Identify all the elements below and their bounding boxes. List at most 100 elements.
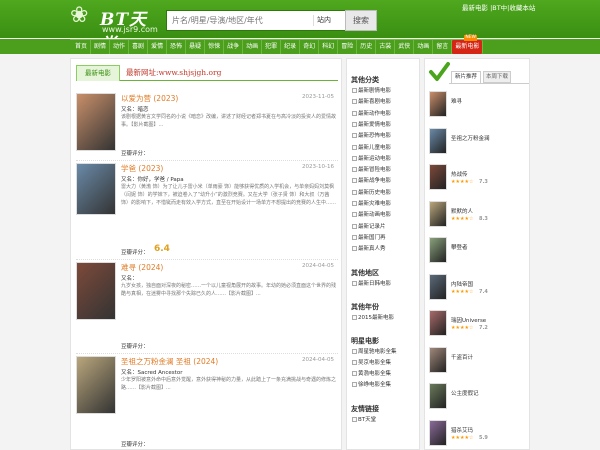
nav-item[interactable]: 动画	[414, 40, 434, 54]
rating-stars: ★★★★☆	[451, 288, 474, 295]
nav-item[interactable]: 动作	[110, 40, 130, 54]
recommend-title[interactable]: 瑞因Universe	[451, 316, 486, 324]
recommend-title[interactable]: 默默的人	[451, 207, 473, 215]
recommend-title[interactable]: 千盗百计	[451, 353, 473, 361]
recommend-title[interactable]: 猎杀艾玛	[451, 426, 473, 434]
recommend-poster[interactable]	[429, 164, 447, 190]
movie-poster[interactable]	[76, 262, 116, 320]
recommend-item[interactable]: 公主度假记	[429, 383, 529, 411]
recommend-title[interactable]: 圣祖之万粉金澜	[451, 134, 490, 142]
recommend-item[interactable]: 攀登者	[429, 237, 529, 265]
category-link[interactable]: 最新记录片	[352, 222, 386, 230]
checkbox-icon	[352, 99, 357, 105]
recommend-title[interactable]: 热战传	[451, 170, 468, 178]
movie-title[interactable]: 难寻 (2024)	[121, 262, 163, 273]
nav-item[interactable]: 剧情	[91, 40, 111, 54]
recommend-poster[interactable]	[429, 200, 447, 227]
recommend-poster[interactable]	[429, 91, 447, 117]
recommend-item[interactable]: 瑞因Universe ★★★★☆ 7.2	[429, 310, 529, 338]
movie-poster[interactable]	[76, 163, 116, 215]
movie-date: 2023-11-05	[302, 94, 334, 100]
recommend-poster[interactable]	[429, 346, 447, 373]
recommend-item[interactable]: 千盗百计	[429, 346, 529, 375]
recommend-poster[interactable]	[429, 273, 447, 300]
category-link[interactable]: 最新战争电影	[352, 176, 391, 184]
nav-item[interactable]: 战争	[224, 40, 244, 54]
recommend-item[interactable]: 猎杀艾玛 ★★★★☆ 5.9	[429, 419, 529, 448]
recommend-poster[interactable]	[429, 127, 447, 154]
nav-item[interactable]: 冒险	[338, 40, 358, 54]
search-input[interactable]	[167, 11, 313, 30]
star-link-label: 周星驰电影全集	[358, 348, 397, 355]
category-link[interactable]: 最新真人秀	[352, 244, 386, 252]
recommend-poster[interactable]	[429, 237, 447, 263]
recommend-item[interactable]: 热战传 ★★★★☆ 7.3	[429, 164, 529, 192]
nav-item[interactable]: 最新电影 NEW	[452, 35, 484, 54]
new-badge: NEW	[464, 35, 477, 41]
movie-title[interactable]: 圣祖之万粉金澜 圣祖 (2024)	[121, 356, 218, 367]
movie-description: 九岁女孩，独自面对深夜的秘密……一个以儿童视角展开的故事。年幼的她必须直面这个世…	[121, 283, 336, 297]
movie-poster[interactable]	[76, 93, 116, 151]
nav-item[interactable]: 恐怖	[167, 40, 187, 54]
recommend-poster[interactable]	[429, 310, 447, 336]
recommend-item[interactable]: 默默的人 ★★★★☆ 8.3	[429, 200, 529, 229]
recommend-title[interactable]: 难寻	[451, 97, 462, 105]
recommend-item[interactable]: 圣祖之万粉金澜	[429, 127, 529, 156]
nav-item[interactable]: 首页	[72, 40, 92, 54]
nav-item[interactable]: 奇幻	[300, 40, 320, 54]
nav-item[interactable]: 科幻	[319, 40, 339, 54]
nav-item[interactable]: 武侠	[395, 40, 415, 54]
recommend-panel: 新片推荐 本周下载 难寻圣祖之万粉金澜热战传 ★★★★☆ 7.3 默默的人 ★★★★☆ 8…	[424, 58, 530, 450]
search-scope-select[interactable]: 站内	[313, 15, 343, 26]
movie-title[interactable]: 学爸 (2023)	[121, 163, 163, 174]
year-link[interactable]: 2015最新电影	[352, 313, 394, 321]
tab-latest-movies[interactable]: 最新电影	[76, 65, 120, 81]
category-link[interactable]: 最新历史电影	[352, 188, 391, 196]
search-button[interactable]: 搜索	[345, 10, 377, 31]
movie-poster[interactable]	[76, 356, 116, 414]
star-link[interactable]: 黄渤电影全集	[352, 369, 391, 377]
category-link[interactable]: 最新灾难电影	[352, 199, 391, 207]
category-link[interactable]: 最新儿童电影	[352, 143, 391, 151]
site-logo[interactable]: ❀ BT天堂 www.jsr9.com	[70, 4, 158, 56]
nav-item[interactable]: 惊悚	[205, 40, 225, 54]
category-link[interactable]: 最新恐怖电影	[352, 131, 391, 139]
checkbox-icon	[352, 359, 357, 365]
star-link[interactable]: 徐峥电影全集	[352, 380, 391, 388]
nav-item[interactable]: 犯罪	[262, 40, 282, 54]
category-link[interactable]: 最新剧情电影	[352, 86, 391, 94]
category-link[interactable]: 最新动作电影	[352, 109, 391, 117]
category-link[interactable]: 最新国门再	[352, 233, 386, 241]
star-link[interactable]: 吴京电影全集	[352, 358, 391, 366]
category-link[interactable]: 最新爱情电影	[352, 120, 391, 128]
category-link[interactable]: 最新喜剧电影	[352, 97, 391, 105]
recommend-item[interactable]: 内陆帝国 ★★★★☆ 7.4	[429, 273, 529, 302]
category-link[interactable]: 最新动画电影	[352, 210, 391, 218]
nav-item[interactable]: 动画	[243, 40, 263, 54]
region-link[interactable]: 最新日韩电影	[352, 279, 391, 287]
friend-link[interactable]: BT天堂	[352, 415, 376, 423]
checkbox-icon	[352, 280, 357, 286]
nav-item[interactable]: 喜剧	[129, 40, 149, 54]
nav-item[interactable]: 爱情	[148, 40, 168, 54]
recommend-poster[interactable]	[429, 419, 447, 446]
star-link[interactable]: 周星驰电影全集	[352, 347, 397, 355]
category-link-label: 最新战争电影	[358, 178, 392, 185]
recommend-item[interactable]: 难寻	[429, 91, 529, 119]
movie-title[interactable]: 以爱为营 (2023)	[121, 93, 178, 104]
category-link[interactable]: 最新运动电影	[352, 154, 391, 162]
nav-item[interactable]: 留言	[433, 40, 453, 54]
nav-item[interactable]: 悬疑	[186, 40, 206, 54]
recommend-poster[interactable]	[429, 383, 447, 409]
tab-weekly-download[interactable]: 本周下载	[483, 71, 511, 83]
nav-item[interactable]: 纪录	[281, 40, 301, 54]
recommend-title[interactable]: 公主度假记	[451, 389, 479, 397]
top-links[interactable]: 最新电影 |BT中|收藏本站	[462, 2, 535, 12]
recommend-title[interactable]: 内陆帝国	[451, 280, 473, 288]
nav-item[interactable]: 历史	[357, 40, 377, 54]
recommend-title[interactable]: 攀登者	[451, 243, 468, 251]
tab-new-recommend[interactable]: 新片推荐	[451, 71, 481, 83]
nav-item[interactable]: 古装	[376, 40, 396, 54]
main-content: 最新电影 最新网址:www.shjsjgh.org 以爱为营 (2023) 202…	[70, 58, 342, 450]
category-link[interactable]: 最新冒险电影	[352, 165, 391, 173]
